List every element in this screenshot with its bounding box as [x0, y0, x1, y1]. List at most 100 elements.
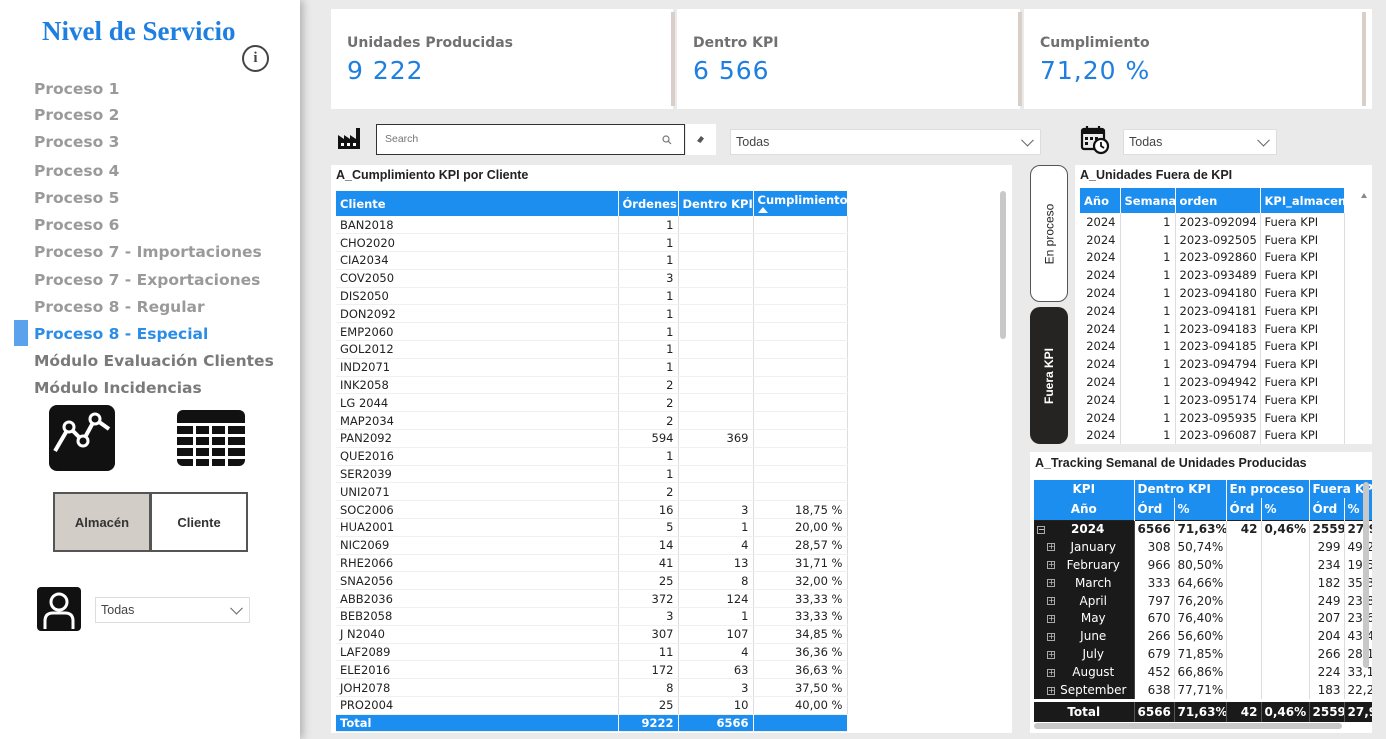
nav-proceso-2[interactable]: Proceso 2	[34, 106, 119, 124]
month-cell[interactable]: July +	[1034, 645, 1135, 664]
nav-proceso-7-exportaciones[interactable]: Proceso 7 - Exportaciones	[34, 271, 260, 289]
vertical-scrollbar[interactable]	[1000, 191, 1006, 339]
scroll-up-icon[interactable]	[1361, 193, 1367, 198]
month-row[interactable]: May+67076,40%20723,60%	[1034, 609, 1372, 628]
table-row[interactable]: UNI2071 2	[336, 482, 848, 502]
table-row[interactable]: 2024 1 2023-094942 Fuera KPI	[1080, 373, 1345, 391]
table-row[interactable]: 2024 1 2023-094794 Fuera KPI	[1080, 355, 1345, 374]
search-input[interactable]	[385, 133, 645, 145]
search-icon[interactable]	[662, 135, 672, 145]
table-row[interactable]: GOL2012 1	[336, 340, 848, 359]
month-cell[interactable]: September +	[1034, 681, 1135, 699]
col-header-proceso-pct[interactable]: %	[1261, 498, 1310, 520]
table-row[interactable]: 2024 1 2023-092505 Fuera KPI	[1080, 230, 1345, 249]
table-row[interactable]: 2024 1 2023-092860 Fuera KPI	[1080, 248, 1345, 267]
nav-modulo-evaluacion-clientes[interactable]: Módulo Evaluación Clientes	[34, 352, 274, 370]
expand-icon[interactable]: +	[1047, 632, 1055, 641]
plant-filter-dropdown[interactable]: Todas	[730, 129, 1041, 155]
table-grid-icon[interactable]	[177, 410, 245, 476]
table-row[interactable]: DON2092 1	[336, 304, 848, 324]
nav-proceso-7-importaciones[interactable]: Proceso 7 - Importaciones	[34, 243, 262, 261]
table-row[interactable]: 2024 1 2023-094185 Fuera KPI	[1080, 337, 1345, 356]
toggle-cliente[interactable]: Cliente	[150, 492, 248, 552]
table-row[interactable]: PRO2004 25 10 40,00 %	[336, 696, 848, 715]
col-header-dentro-kpi[interactable]: Dentro KPI	[678, 191, 754, 216]
nav-proceso-3[interactable]: Proceso 3	[34, 133, 119, 151]
tab-fuera-kpi[interactable]: Fuera KPI	[1030, 307, 1068, 444]
eraser-button[interactable]	[686, 124, 716, 155]
table-row[interactable]: IND2071 1	[336, 358, 848, 377]
table-row[interactable]: PAN2092 594 369	[336, 429, 848, 448]
table-row[interactable]: SNA2056 25 8 32,00 %	[336, 571, 848, 591]
horizontal-scrollbar[interactable]	[1034, 723, 1342, 729]
expand-icon[interactable]: +	[1047, 579, 1055, 588]
expand-icon[interactable]: +	[1047, 543, 1055, 552]
month-row[interactable]: June+26656,60%20443,40%	[1034, 627, 1372, 646]
month-row[interactable]: January+30850,74%29949,26%	[1034, 537, 1372, 556]
table-row[interactable]: CIA2034 1	[336, 251, 848, 270]
table-row[interactable]: 2024 1 2023-092094 Fuera KPI	[1080, 213, 1345, 231]
col-header-orden[interactable]: orden	[1175, 188, 1261, 213]
vertical-scrollbar[interactable]	[1363, 482, 1369, 668]
collapse-icon[interactable]: −	[1037, 525, 1045, 534]
col-header-cliente[interactable]: Cliente	[336, 191, 619, 216]
expand-icon[interactable]: +	[1047, 614, 1055, 623]
col-header-proceso-ord[interactable]: Órd	[1226, 498, 1262, 520]
table-row[interactable]: COV2050 3	[336, 269, 848, 288]
col-header-ano[interactable]: Año	[1080, 188, 1121, 213]
table-row[interactable]: HUA2001 5 1 20,00 %	[336, 518, 848, 537]
col-header-ano[interactable]: Año	[1034, 498, 1135, 520]
user-filter-dropdown[interactable]: Todas	[95, 597, 250, 623]
table-row[interactable]: EMP2060 1	[336, 322, 848, 342]
expand-icon[interactable]: +	[1047, 561, 1055, 570]
month-cell[interactable]: August +	[1034, 663, 1135, 682]
nav-proceso-1[interactable]: Proceso 1	[34, 80, 119, 98]
table-row[interactable]: DIS2050 1	[336, 287, 848, 306]
table-row[interactable]: SOC2006 16 3 18,75 %	[336, 500, 848, 520]
month-cell[interactable]: April +	[1034, 591, 1135, 610]
info-icon[interactable]: i	[242, 45, 269, 72]
month-cell[interactable]: June +	[1034, 627, 1135, 646]
table-row[interactable]: 2024 1 2023-094183 Fuera KPI	[1080, 319, 1345, 338]
month-cell[interactable]: May +	[1034, 609, 1135, 628]
table-row[interactable]: 2024 1 2023-094180 Fuera KPI	[1080, 284, 1345, 302]
table-row[interactable]: RHE2066 41 13 31,71 %	[336, 554, 848, 573]
col-group-dentro-kpi[interactable]: Dentro KPI	[1134, 480, 1227, 498]
table-row[interactable]: ELE2016 172 63 36,63 %	[336, 660, 848, 680]
col-header-fuera-ord[interactable]: Órd	[1309, 498, 1345, 520]
table-row[interactable]: 2024 1 2023-095935 Fuera KPI	[1080, 408, 1345, 427]
table-row[interactable]: JOH2078 8 3 37,50 %	[336, 678, 848, 698]
col-header-dentro-ord[interactable]: Órd	[1134, 498, 1175, 520]
col-group-kpi[interactable]: KPI	[1034, 480, 1135, 498]
expand-icon[interactable]: +	[1047, 686, 1055, 695]
search-box[interactable]	[376, 124, 685, 155]
month-row[interactable]: July+67971,85%26628,15%	[1034, 645, 1372, 664]
nav-proceso-5[interactable]: Proceso 5	[34, 189, 119, 207]
line-chart-icon[interactable]	[49, 405, 115, 471]
col-group-en-proceso[interactable]: En proceso	[1226, 480, 1310, 498]
expand-icon[interactable]: +	[1047, 650, 1055, 659]
month-row[interactable]: February+96680,50%23419,50%	[1034, 555, 1372, 574]
table-row[interactable]: 2024 1 2023-094181 Fuera KPI	[1080, 301, 1345, 320]
year-cell[interactable]: − 2024	[1034, 519, 1135, 538]
month-row[interactable]: August+45266,86%22433,14%	[1034, 663, 1372, 682]
table-row[interactable]: QUE2016 1	[336, 447, 848, 466]
month-cell[interactable]: March +	[1034, 573, 1135, 592]
nav-modulo-incidencias[interactable]: Módulo Incidencias	[34, 379, 202, 397]
month-cell[interactable]: February +	[1034, 555, 1135, 574]
table-row[interactable]: LAF2089 11 4 36,36 %	[336, 643, 848, 662]
table-row[interactable]: BEB2058 3 1 33,33 %	[336, 607, 848, 626]
nav-proceso-4[interactable]: Proceso 4	[34, 162, 119, 180]
expand-icon[interactable]: +	[1047, 668, 1055, 677]
col-header-cumplimiento[interactable]: Cumplimiento	[753, 191, 848, 216]
col-header-semana[interactable]: Semana	[1120, 188, 1176, 213]
month-cell[interactable]: January +	[1034, 537, 1135, 556]
col-header-dentro-pct[interactable]: %	[1174, 498, 1227, 520]
table-row[interactable]: CHO2020 1	[336, 233, 848, 253]
nav-proceso-8-especial[interactable]: Proceso 8 - Especial	[34, 325, 208, 343]
tab-en-proceso[interactable]: En proceso	[1030, 165, 1068, 302]
nav-proceso-8-regular[interactable]: Proceso 8 - Regular	[34, 298, 205, 316]
month-row[interactable]: April+79776,20%24923,80%	[1034, 591, 1372, 610]
month-row[interactable]: March+33364,66%18235,34%	[1034, 573, 1372, 592]
expand-icon[interactable]: +	[1047, 597, 1055, 606]
